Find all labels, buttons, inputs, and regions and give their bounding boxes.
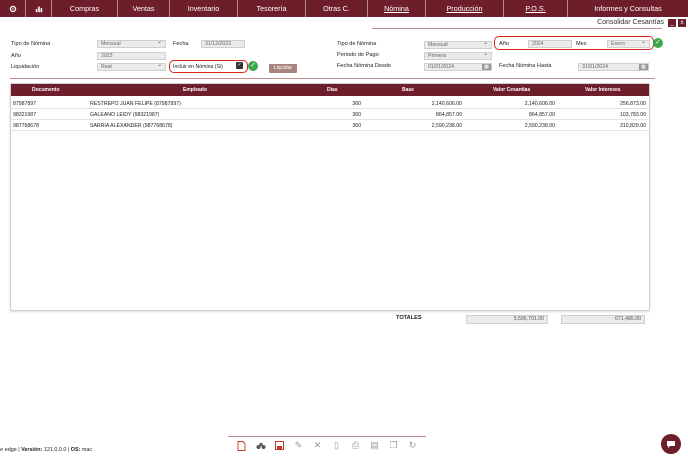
col-documento: Documento bbox=[32, 87, 60, 93]
pdf-icon[interactable]: ▤ bbox=[369, 440, 380, 451]
liquidacion-label: Liquidación bbox=[11, 64, 40, 70]
nav-compras[interactable]: Compras bbox=[52, 0, 118, 17]
cell-base: 2,140,606.00 bbox=[431, 101, 462, 107]
hasta-value: 31/01/2024 bbox=[582, 64, 608, 70]
version-value: 121.0.0.0 bbox=[43, 447, 67, 453]
bar-chart-icon[interactable] bbox=[26, 0, 52, 17]
os-value: mac bbox=[81, 447, 93, 453]
cell-documento: 98321987 bbox=[13, 112, 37, 118]
copy-icon[interactable]: ❐ bbox=[388, 440, 399, 451]
version-label: Versión: bbox=[21, 447, 43, 453]
nav-otras[interactable]: Otras C. bbox=[306, 0, 368, 17]
edit-icon[interactable]: ✎ bbox=[293, 440, 304, 451]
cell-empleado: GALEANO LEIDY (98321987) bbox=[90, 112, 160, 118]
fecha-label: Fecha bbox=[173, 41, 189, 47]
incluir-checkbox[interactable]: ✓ bbox=[236, 62, 243, 69]
table-row[interactable]: 987768678 SARRIA ALEXANDER (987768678) 3… bbox=[11, 120, 649, 131]
cell-dias: 360 bbox=[352, 101, 361, 107]
os-label: OS: bbox=[70, 447, 81, 453]
liquidar-button[interactable]: Liquidar bbox=[269, 64, 297, 73]
print-icon[interactable]: ⎙ bbox=[350, 440, 361, 451]
table-row[interactable]: 87987897 RESTREPO JUAN FELIPE (87987897)… bbox=[11, 98, 649, 109]
confirm-check-icon: ✓ bbox=[248, 61, 258, 71]
left-anio-field[interactable]: 2023 bbox=[97, 52, 166, 60]
binoculars-icon[interactable] bbox=[255, 440, 266, 451]
nav-informes[interactable]: Informes y Consultas bbox=[568, 0, 688, 17]
col-cesantias: Valor Cesantías bbox=[493, 87, 531, 93]
left-tipo-nomina-label: Tipo de Nómina bbox=[11, 41, 51, 47]
browser-name: edge bbox=[4, 447, 17, 453]
calendar-icon[interactable]: ▦ bbox=[639, 64, 648, 70]
refresh-icon[interactable]: ↻ bbox=[407, 440, 418, 451]
desde-value: 01/01/2024 bbox=[428, 64, 454, 70]
total-cesantias: 5,595,701.00 bbox=[466, 315, 548, 324]
cell-cesantias: 864,857.00 bbox=[529, 112, 555, 118]
liquidacion-select[interactable]: Real bbox=[97, 62, 166, 71]
cell-cesantias: 2,140,606.00 bbox=[524, 101, 555, 107]
left-tipo-nomina-select[interactable]: Mensual bbox=[97, 39, 166, 48]
incluir-label: Incluir en Nómina (Si) bbox=[173, 64, 223, 70]
form-divider bbox=[10, 78, 655, 79]
minimize-icon[interactable]: _ bbox=[668, 18, 676, 27]
total-intereses: 671,485.00 bbox=[561, 315, 645, 324]
cell-base: 2,590,238.00 bbox=[431, 123, 462, 129]
window-title: Consolidar Cesantías bbox=[597, 19, 664, 26]
desde-field[interactable]: 01/01/2024 ▦ bbox=[424, 63, 492, 71]
calendar-icon[interactable]: ▦ bbox=[482, 64, 491, 70]
cell-intereses: 103,783.00 bbox=[620, 112, 646, 118]
table-row[interactable]: 98321987 GALEANO LEIDY (98321987) 360 86… bbox=[11, 109, 649, 120]
window-title-bar: Consolidar Cesantías _ x bbox=[597, 17, 688, 28]
gear-icon[interactable] bbox=[0, 0, 26, 17]
col-base: Base bbox=[402, 87, 414, 93]
cell-dias: 360 bbox=[352, 123, 361, 129]
delete-icon[interactable]: ✕ bbox=[312, 440, 323, 451]
nav-nomina[interactable]: Nómina bbox=[368, 0, 426, 17]
nav-pos[interactable]: P.O.S. bbox=[504, 0, 568, 17]
nav-inventario[interactable]: Inventario bbox=[170, 0, 238, 17]
mes-label: Mes bbox=[576, 41, 587, 47]
confirm-check-icon: ✓ bbox=[653, 38, 663, 48]
col-intereses: Valor Intereses bbox=[585, 87, 621, 93]
periodo-label: Periodo de Pago bbox=[337, 52, 379, 58]
cell-cesantias: 2,590,238.00 bbox=[524, 123, 555, 129]
employees-table: Documento Empleado Dias Base Valor Cesan… bbox=[10, 83, 650, 311]
top-nav: Compras Ventas Inventario Tesorería Otra… bbox=[0, 0, 688, 17]
mes-select[interactable]: Enero bbox=[607, 39, 650, 48]
totales-label: TOTALES bbox=[396, 315, 422, 321]
cell-documento: 987768678 bbox=[13, 123, 39, 129]
title-divider bbox=[372, 28, 662, 29]
right-tipo-nomina-select[interactable]: Mensual bbox=[424, 40, 492, 49]
col-dias: Dias bbox=[327, 87, 338, 93]
edge-logo-icon: ℯ bbox=[0, 447, 4, 453]
nav-tesoreria[interactable]: Tesorería bbox=[238, 0, 306, 17]
hasta-field[interactable]: 31/01/2024 ▦ bbox=[578, 63, 649, 71]
periodo-select[interactable]: Primera bbox=[424, 51, 492, 60]
cell-intereses: 256,873.00 bbox=[620, 101, 646, 107]
nav-ventas[interactable]: Ventas bbox=[118, 0, 170, 17]
cell-intereses: 310,829.00 bbox=[620, 123, 646, 129]
nav-produccion[interactable]: Producción bbox=[426, 0, 504, 17]
new-doc-icon[interactable] bbox=[236, 440, 247, 451]
col-empleado: Empleado bbox=[183, 87, 207, 93]
right-tipo-nomina-label: Tipo de Nómina bbox=[337, 41, 377, 47]
cell-empleado: SARRIA ALEXANDER (987768678) bbox=[90, 123, 173, 129]
right-anio-label: Año bbox=[499, 41, 509, 47]
desde-label: Fecha Nómina Desde bbox=[337, 63, 392, 69]
text-icon[interactable]: ▯ bbox=[331, 440, 342, 451]
fecha-field[interactable]: 31/12/2023 bbox=[201, 40, 245, 48]
cell-documento: 87987897 bbox=[13, 101, 37, 107]
right-anio-field[interactable]: 2024 bbox=[528, 40, 572, 48]
cell-base: 864,857.00 bbox=[436, 112, 462, 118]
action-toolbar: ✎ ✕ ▯ ⎙ ▤ ❐ ↻ bbox=[228, 436, 426, 454]
save-icon[interactable] bbox=[274, 440, 285, 451]
chat-icon[interactable] bbox=[661, 434, 681, 454]
cell-empleado: RESTREPO JUAN FELIPE (87987897) bbox=[90, 101, 181, 107]
hasta-label: Fecha Nómina Hasta bbox=[499, 63, 552, 69]
left-anio-label: Año bbox=[11, 53, 21, 59]
cell-dias: 360 bbox=[352, 112, 361, 118]
footer-version: ℯ edge | Versión: 121.0.0.0 | OS: mac bbox=[0, 447, 93, 453]
table-header: Documento Empleado Dias Base Valor Cesan… bbox=[11, 84, 649, 96]
close-icon[interactable]: x bbox=[678, 18, 686, 27]
